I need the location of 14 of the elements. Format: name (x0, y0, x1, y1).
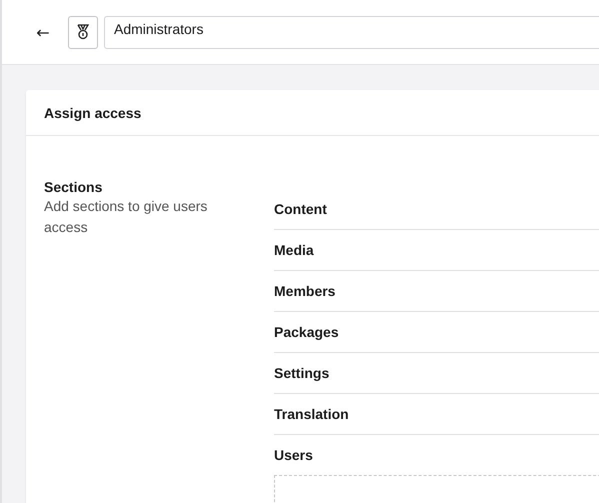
card-title: Assign access (44, 104, 142, 120)
section-name: Packages (274, 324, 339, 340)
section-label: Sections (44, 179, 104, 195)
icon-picker-button[interactable] (68, 16, 98, 48)
medal-icon (76, 24, 90, 40)
section-name: Media (274, 242, 314, 258)
section-name: Settings (274, 364, 330, 380)
section-name: Members (274, 282, 336, 298)
section-name: Translation (274, 406, 349, 422)
section-name: Content (274, 200, 327, 216)
section-description: Add sections to give users access (44, 197, 208, 237)
back-button[interactable]: ← (32, 21, 54, 43)
name-field[interactable]: Administrators (104, 16, 599, 48)
section-name: Users (274, 446, 313, 462)
